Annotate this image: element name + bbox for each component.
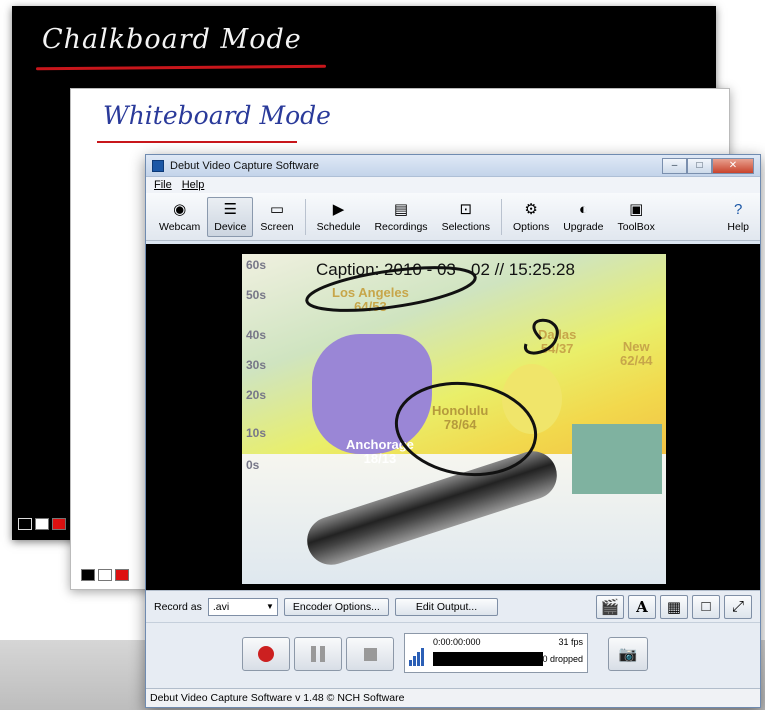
title-bar: Debut Video Capture Software – □ ✕ (146, 155, 760, 177)
text-overlay-icon[interactable]: A (628, 594, 656, 619)
recordings-icon: ▤ (393, 201, 409, 218)
record-as-label: Record as (154, 600, 202, 613)
annotation-scribble (524, 318, 559, 355)
app-icon (152, 159, 164, 172)
whiteboard-title: Whiteboard Mode (103, 101, 331, 130)
fps-readout: 31 fps (558, 637, 583, 647)
chalk-color-swatches (18, 518, 66, 530)
swatch-red[interactable] (52, 518, 66, 530)
device-icon: ☰ (223, 201, 238, 218)
clapper-icon[interactable]: 🎬 (596, 594, 624, 619)
elapsed-time: 0:00:00:000 (433, 637, 481, 647)
annotation-circle (394, 381, 538, 477)
minimize-button[interactable]: – (662, 157, 687, 174)
selections-icon: ⊡ (459, 201, 473, 218)
schedule-label: Schedule (316, 221, 361, 233)
dropped-readout: 0 dropped (542, 654, 583, 664)
menu-file[interactable]: File (154, 179, 172, 191)
menu-bar: File Help (146, 177, 760, 193)
swatch-black[interactable] (18, 518, 32, 530)
swatch-red[interactable] (115, 569, 129, 581)
annotation-overlay (305, 266, 559, 477)
toolbox-button[interactable]: ▣ ToolBox (610, 197, 661, 237)
swatch-white[interactable] (98, 569, 112, 581)
help-label: Help (727, 221, 749, 233)
toolbar-separator (501, 199, 503, 235)
schedule-icon: ▶ (332, 201, 345, 218)
whiteboard-underline (97, 141, 297, 143)
snapshot-button[interactable]: 📷 (608, 637, 648, 671)
fullscreen-icon[interactable]: ⤢ (724, 594, 752, 619)
annotation-ellipse (305, 266, 477, 312)
webcam-label: Webcam (159, 221, 201, 233)
white-color-swatches (81, 569, 129, 581)
crop-icon[interactable]: □ (692, 594, 720, 619)
edit-output-button[interactable]: Edit Output... (394, 597, 499, 616)
chalkboard-title: Chalkboard Mode (42, 24, 302, 55)
chevron-down-icon: ▼ (265, 602, 274, 611)
webcam-icon: ◉ (173, 201, 187, 218)
video-preview[interactable]: 60s 50s 40s 30s 20s 10s 0s Caption: 2010… (146, 244, 760, 590)
options-icon: ⚙ (524, 201, 538, 218)
pause-icon (311, 646, 325, 662)
upgrade-label: Upgrade (563, 221, 604, 233)
recordings-button[interactable]: ▤ Recordings (367, 197, 434, 237)
recording-display: 0:00:00:000 31 fps 0 dropped (404, 633, 588, 673)
window-title: Debut Video Capture Software (170, 159, 319, 172)
status-bar: Debut Video Capture Software v 1.48 © NC… (146, 688, 760, 707)
help-button[interactable]: ? Help (720, 197, 756, 237)
webcam-button[interactable]: ◉ Webcam (152, 197, 207, 237)
menu-help[interactable]: Help (182, 179, 205, 191)
toolbar: ◉ Webcam ☰ Device ▭ Screen ▶ Schedule ▤ … (146, 193, 760, 241)
record-button[interactable] (242, 637, 290, 671)
maximize-button[interactable]: □ (687, 157, 712, 174)
toolbar-separator (304, 199, 306, 235)
pause-button[interactable] (294, 637, 342, 671)
selections-label: Selections (441, 221, 491, 233)
screen-icon: ▭ (269, 201, 285, 218)
chalkboard-underline (35, 64, 327, 71)
debut-window: Debut Video Capture Software – □ ✕ File … (145, 154, 761, 708)
schedule-button[interactable]: ▶ Schedule (310, 197, 368, 237)
format-select[interactable]: .avi ▼ (207, 597, 278, 616)
screen-button[interactable]: ▭ Screen (253, 197, 300, 237)
window-controls: – □ ✕ (662, 157, 754, 174)
selections-button[interactable]: ⊡ Selections (435, 197, 497, 237)
desktop: Chalkboard Mode Whiteboard Mode Debut Vi… (0, 0, 765, 710)
stop-button[interactable] (346, 637, 394, 671)
level-meter-icon (409, 648, 429, 666)
upgrade-icon: ◐ (578, 200, 588, 218)
screen-label: Screen (260, 221, 294, 233)
swatch-black[interactable] (81, 569, 95, 581)
upgrade-button[interactable]: ◐ Upgrade (556, 197, 610, 237)
options-button[interactable]: ⚙ Options (506, 197, 556, 237)
options-label: Options (513, 221, 550, 233)
camera-icon: 📷 (618, 646, 638, 663)
playback-controls: 0:00:00:000 31 fps 0 dropped 📷 (146, 622, 760, 688)
help-icon: ? (734, 200, 743, 218)
recordings-label: Recordings (374, 221, 428, 233)
encoder-options-button[interactable]: Encoder Options... (283, 597, 389, 616)
toolbox-label: ToolBox (617, 221, 655, 233)
color-adjust-icon[interactable]: ▦ (660, 594, 688, 619)
swatch-white[interactable] (35, 518, 49, 530)
close-button[interactable]: ✕ (712, 157, 754, 174)
record-options-row: Record as .avi ▼ Encoder Options... Edit … (146, 590, 760, 622)
device-button[interactable]: ☰ Device (207, 197, 254, 237)
effects-buttons: 🎬 A ▦ □ ⤢ (596, 594, 752, 619)
record-icon (258, 646, 274, 662)
toolbox-icon: ▣ (629, 201, 644, 218)
device-label: Device (214, 221, 247, 233)
stop-icon (363, 647, 377, 661)
progress-bar (433, 652, 543, 666)
